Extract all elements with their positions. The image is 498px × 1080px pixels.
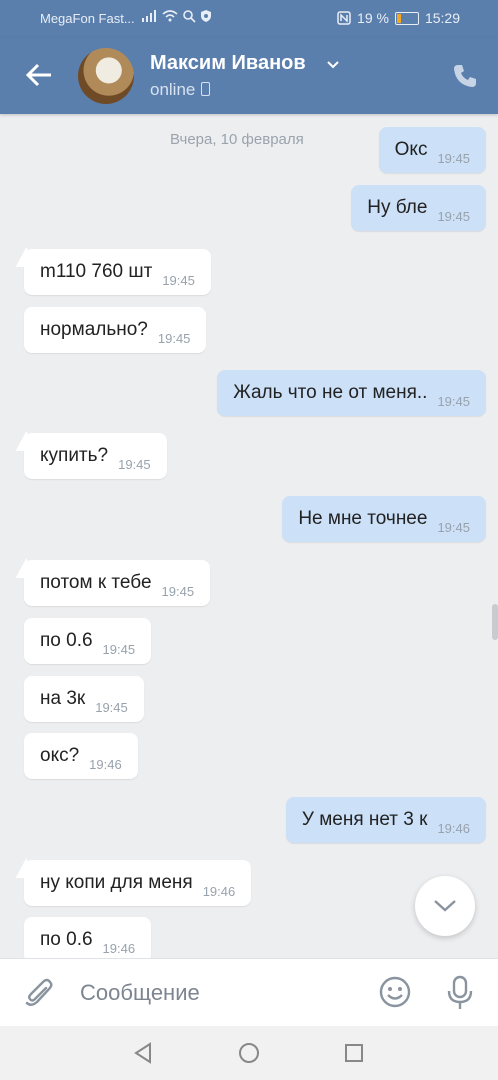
date-separator: Вчера, 10 февраля xyxy=(170,131,304,148)
incoming-message[interactable]: ну копи для меня 19:46 xyxy=(24,860,252,906)
message-list[interactable]: Вчера, 10 февраля Окс 19:45 Ну бле 19:45 m11… xyxy=(0,114,498,958)
signal-icon xyxy=(142,10,156,22)
contact-name[interactable]: Максим Иванов xyxy=(150,52,306,75)
incoming-message[interactable]: нормально? 19:45 xyxy=(24,307,207,353)
message-time: 19:45 xyxy=(437,393,470,409)
composer-bar xyxy=(0,958,498,1027)
incoming-message[interactable]: по 0.6 19:46 xyxy=(24,917,152,958)
chevron-down-icon[interactable] xyxy=(326,60,340,70)
battery-fill xyxy=(396,13,402,23)
message-text: по 0.6 xyxy=(40,630,93,651)
scroll-down-button[interactable] xyxy=(415,876,475,936)
online-status: online xyxy=(150,80,211,100)
nfc-icon xyxy=(337,11,351,25)
outgoing-message[interactable]: Не мне точнее 19:45 xyxy=(282,496,486,542)
message-text: потом к тебе xyxy=(40,572,152,593)
message-text: нормально? xyxy=(40,319,148,340)
message-text: Окс xyxy=(394,139,428,160)
incoming-message[interactable]: на 3к 19:45 xyxy=(24,676,144,722)
battery-percent: 19 % xyxy=(357,10,389,26)
phone-call-icon[interactable] xyxy=(452,63,478,89)
status-bar: MegaFon Fast... 19 % 15:29 xyxy=(0,0,498,38)
message-time: 19:45 xyxy=(161,583,195,599)
message-text: ну копи для меня xyxy=(40,872,193,893)
search-icon xyxy=(183,10,196,23)
message-input[interactable] xyxy=(78,979,362,1007)
chevron-down-icon xyxy=(434,900,456,912)
system-nav-bar xyxy=(0,1026,498,1080)
incoming-message[interactable]: m110 760 шт 19:45 xyxy=(24,249,211,295)
message-text: Не мне точнее xyxy=(298,508,428,529)
outgoing-message[interactable]: Ну бле 19:45 xyxy=(351,185,486,231)
avatar[interactable] xyxy=(78,48,134,104)
message-text: на 3к xyxy=(40,688,86,709)
chat-header: Максим Иванов online xyxy=(0,38,498,114)
nav-recents-icon[interactable] xyxy=(344,1043,364,1063)
back-arrow-icon[interactable] xyxy=(24,60,54,90)
incoming-message[interactable]: купить? 19:45 xyxy=(24,433,167,479)
message-time: 19:45 xyxy=(157,330,191,346)
mobile-device-icon xyxy=(201,82,211,96)
outgoing-message[interactable]: У меня нет 3 к 19:46 xyxy=(285,797,486,843)
message-time: 19:46 xyxy=(102,940,136,956)
nav-home-icon[interactable] xyxy=(238,1042,260,1064)
message-time: 19:45 xyxy=(437,150,470,166)
scrollbar-thumb[interactable] xyxy=(492,604,498,640)
battery-icon xyxy=(394,11,419,25)
message-text: У меня нет 3 к xyxy=(301,809,428,830)
nav-back-icon[interactable] xyxy=(132,1042,154,1064)
message-time: 19:45 xyxy=(162,272,195,288)
wifi-icon xyxy=(162,10,178,22)
message-text: m110 760 шт xyxy=(40,261,153,282)
incoming-message[interactable]: по 0.6 19:45 xyxy=(24,618,152,664)
message-time: 19:46 xyxy=(89,756,122,772)
message-time: 19:45 xyxy=(437,208,470,224)
message-time: 19:45 xyxy=(437,519,470,535)
message-text: купить? xyxy=(40,445,109,466)
online-status-label: online xyxy=(150,80,196,99)
microphone-icon[interactable] xyxy=(446,975,474,1011)
incoming-message[interactable]: окс? 19:46 xyxy=(24,733,138,779)
message-time: 19:46 xyxy=(202,883,236,899)
emoji-icon[interactable] xyxy=(378,975,412,1009)
carrier-label: MegaFon Fast... xyxy=(40,11,135,26)
paperclip-icon[interactable] xyxy=(24,976,54,1010)
message-text: Ну бле xyxy=(367,197,428,218)
shield-icon xyxy=(201,10,211,22)
message-time: 19:45 xyxy=(102,641,136,657)
message-time: 19:45 xyxy=(118,456,151,472)
incoming-message[interactable]: потом к тебе 19:45 xyxy=(24,560,211,606)
message-text: окс? xyxy=(40,745,80,766)
clock: 15:29 xyxy=(424,10,460,26)
message-time: 19:45 xyxy=(95,699,128,715)
message-text: Жаль что не от меня.. xyxy=(233,382,428,403)
outgoing-message[interactable]: Окс 19:45 xyxy=(378,127,486,173)
message-time: 19:46 xyxy=(437,820,470,836)
message-text: по 0.6 xyxy=(40,929,93,950)
outgoing-message[interactable]: Жаль что не от меня.. 19:45 xyxy=(217,370,486,416)
